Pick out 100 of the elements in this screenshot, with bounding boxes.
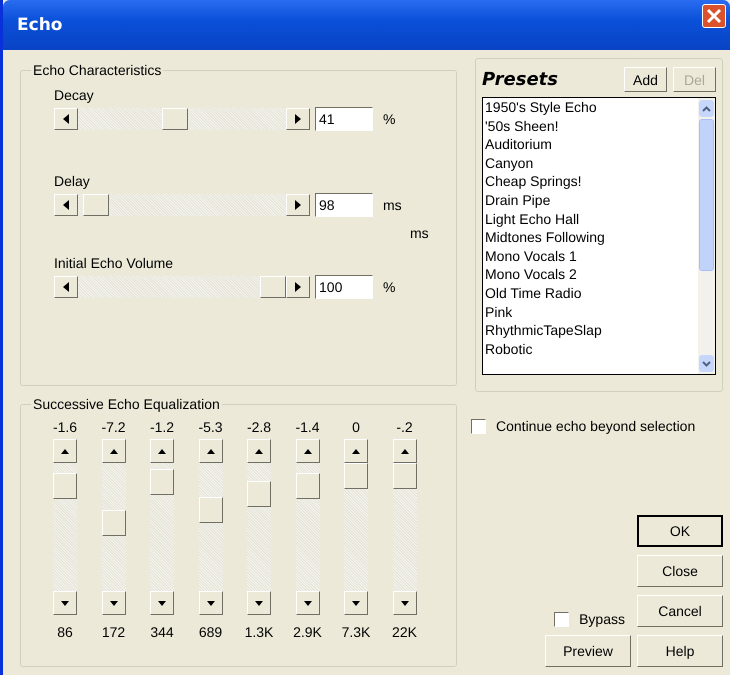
down-arrow-icon (255, 600, 263, 606)
scroll-down-button[interactable] (296, 591, 320, 615)
slider-thumb[interactable] (83, 194, 110, 216)
slider-label: Decay (54, 87, 95, 103)
unit-label: % (383, 111, 396, 127)
group-title: Echo Characteristics (31, 62, 164, 78)
scroll-up-button[interactable] (198, 439, 222, 463)
scroll-down-button[interactable] (102, 591, 126, 615)
preset-item[interactable]: Mono Vocals 1 (485, 246, 698, 266)
scroll-down-button[interactable] (198, 591, 222, 615)
preset-item[interactable]: Pink (485, 302, 698, 322)
down-arrow-icon (304, 600, 312, 606)
preview-button[interactable]: Preview (545, 635, 631, 667)
scroll-down-button[interactable] (344, 591, 368, 615)
gain-value: 0 (351, 419, 361, 435)
slider-thumb[interactable] (162, 108, 188, 130)
left-arrow-icon (63, 200, 69, 210)
frequency-label: 22K (392, 624, 416, 640)
close-button[interactable]: Close (637, 555, 723, 587)
ok-button[interactable]: OK (637, 515, 723, 547)
preset-item[interactable]: Robotic (485, 340, 698, 358)
down-arrow-icon (206, 600, 214, 606)
down-arrow-icon (400, 600, 408, 606)
frequency-label: 7.3K (344, 624, 368, 640)
add-button[interactable]: Add (624, 67, 667, 92)
checkbox[interactable] (554, 612, 570, 626)
preset-item[interactable]: '50s Sheen! (485, 116, 698, 136)
gain-value: -.2 (395, 419, 414, 435)
slider-thumb[interactable] (392, 463, 416, 489)
frequency-label: 1.3K (247, 624, 271, 640)
slider-thumb[interactable] (260, 276, 286, 298)
slider-label: Initial Echo Volume (54, 255, 174, 271)
right-arrow-icon (295, 200, 301, 210)
close-window-button[interactable] (702, 4, 726, 28)
preset-item[interactable]: 1950's Style Echo (485, 98, 698, 117)
unit-label: ms (383, 197, 402, 213)
frequency-label: 172 (102, 624, 126, 640)
checkbox[interactable] (471, 418, 486, 434)
scroll-up-button[interactable] (344, 439, 368, 463)
slider-thumb[interactable] (102, 510, 126, 536)
preset-item[interactable]: Light Echo Hall (485, 210, 698, 228)
down-arrow-icon (158, 600, 166, 606)
down-arrow-icon (352, 600, 360, 606)
scroll-left-button[interactable] (54, 194, 78, 216)
up-arrow-icon (352, 448, 360, 454)
slider-thumb[interactable] (296, 473, 320, 500)
scroll-up-button[interactable] (247, 439, 271, 463)
window-title: Echo (17, 15, 62, 35)
slider-thumb[interactable] (344, 463, 368, 489)
preset-item[interactable]: Mono Vocals 2 (485, 265, 698, 284)
help-button[interactable]: Help (637, 635, 723, 667)
scroll-up-button[interactable] (53, 439, 77, 463)
scroll-up-button[interactable] (296, 439, 320, 463)
scroll-down-button[interactable] (247, 591, 271, 615)
preset-item[interactable]: Cheap Springs! (485, 172, 698, 191)
scroll-right-button[interactable] (286, 108, 310, 130)
frequency-label: 86 (56, 624, 74, 640)
gain-value: -1.6 (53, 419, 77, 435)
left-arrow-icon (63, 282, 69, 292)
up-arrow-icon (400, 448, 408, 454)
frequency-label: 344 (150, 624, 174, 640)
preset-item[interactable]: Old Time Radio (485, 284, 698, 303)
left-arrow-icon (63, 114, 69, 124)
scroll-up-button[interactable] (392, 439, 416, 463)
scrollbar[interactable] (698, 98, 715, 374)
preset-item[interactable]: Midtones Following (485, 228, 698, 247)
preset-item[interactable]: Drain Pipe (485, 190, 698, 210)
group-title: Successive Echo Equalization (31, 396, 222, 412)
gain-value: -5.3 (198, 419, 222, 435)
up-arrow-icon (304, 448, 312, 454)
slider-thumb[interactable] (198, 496, 222, 523)
up-arrow-icon (158, 448, 166, 454)
gain-value: -7.2 (102, 419, 126, 435)
down-arrow-icon (61, 600, 69, 606)
preset-item[interactable]: Auditorium (485, 135, 698, 154)
slider-thumb[interactable] (150, 469, 174, 496)
slider-thumb[interactable] (247, 481, 271, 508)
scroll-left-button[interactable] (54, 108, 78, 130)
preset-item[interactable]: Canyon (485, 154, 698, 172)
scroll-right-button[interactable] (286, 194, 310, 216)
value-field[interactable]: 100 (315, 275, 373, 299)
scroll-down-button[interactable] (392, 591, 416, 615)
value-field[interactable]: 41 (315, 107, 373, 131)
right-arrow-icon (295, 282, 301, 292)
scroll-down-button[interactable] (53, 591, 77, 615)
preset-item[interactable]: RhythmicTapeSlap (485, 321, 698, 340)
scroll-right-button[interactable] (286, 276, 310, 298)
up-arrow-icon (255, 448, 263, 454)
scroll-left-button[interactable] (54, 276, 78, 298)
chevron-down-icon (702, 360, 711, 366)
scroll-up-button[interactable] (102, 439, 126, 463)
slider-thumb[interactable] (53, 473, 77, 500)
scrollbar-thumb[interactable] (699, 119, 714, 271)
cancel-button[interactable]: Cancel (637, 595, 723, 627)
gain-value: -1.4 (296, 419, 320, 435)
scroll-up-button[interactable] (150, 439, 174, 463)
value-field[interactable]: 98 (315, 193, 373, 217)
scroll-down-button[interactable] (150, 591, 174, 615)
up-arrow-icon (206, 448, 214, 454)
up-arrow-icon (61, 448, 69, 454)
